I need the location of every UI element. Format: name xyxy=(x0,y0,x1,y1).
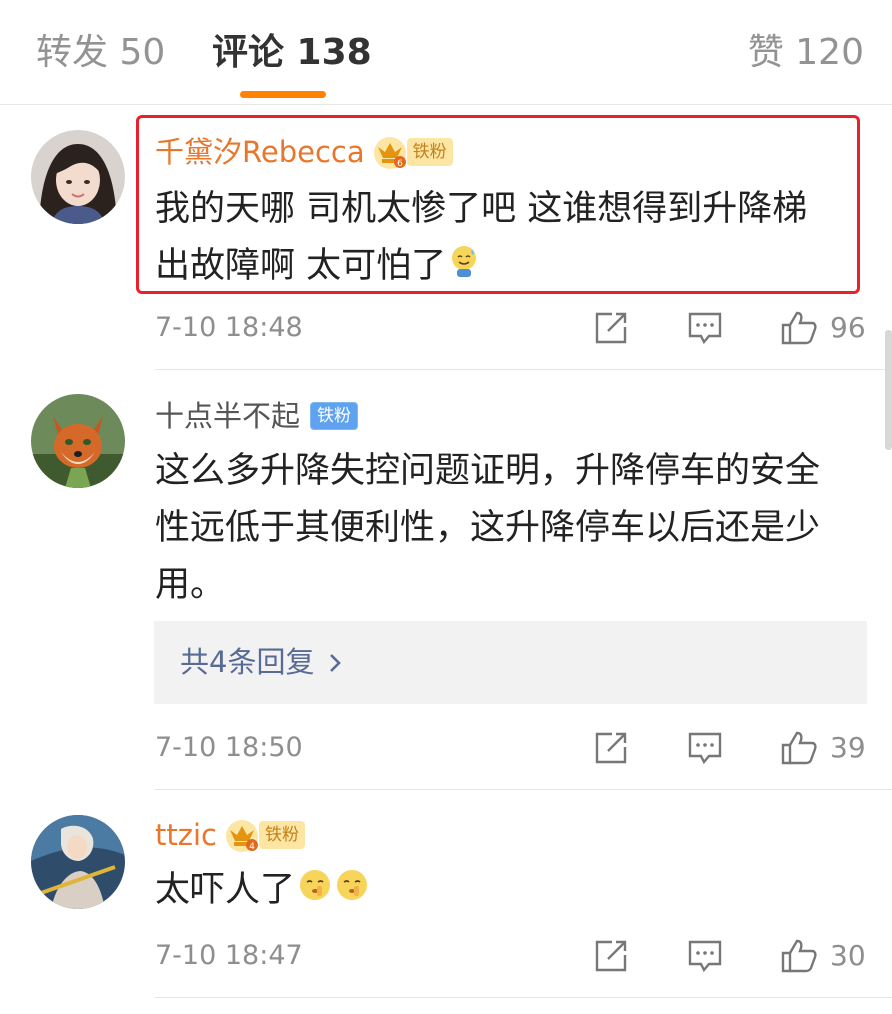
tabs-divider xyxy=(0,104,892,105)
comment-icon xyxy=(687,731,723,765)
replies-box[interactable]: 共4条回复 xyxy=(154,621,867,704)
svg-text:4: 4 xyxy=(249,842,255,852)
like-icon xyxy=(780,938,818,974)
tab-comments[interactable]: 评论 138 xyxy=(212,28,372,78)
comment-line: 用。 xyxy=(155,565,226,605)
crown-icon: 4 xyxy=(223,817,261,853)
avatar[interactable] xyxy=(31,815,125,909)
comment-line: 性远低于其便利性，这升降停车以后还是少 xyxy=(155,508,821,548)
comment-line: 这么多升降失控问题证明，升降停车的安全 xyxy=(155,451,821,491)
like-button[interactable]: 96 xyxy=(780,308,866,348)
iron-fan-badge: 铁粉 xyxy=(310,402,359,430)
reply-button[interactable] xyxy=(687,728,723,768)
reply-button[interactable] xyxy=(687,936,723,976)
share-button[interactable] xyxy=(594,728,628,768)
replies-label: 共4条回复 xyxy=(180,645,315,679)
reply-button[interactable] xyxy=(687,308,723,348)
scrollbar[interactable] xyxy=(885,330,892,450)
user-badges[interactable]: 4 铁粉 xyxy=(223,817,305,853)
like-icon xyxy=(780,730,818,766)
comment-line-text: 太吓人了 xyxy=(155,870,296,910)
comment-header: 十点半不起 铁粉 xyxy=(155,394,359,438)
replies-link[interactable]: 共4条回复 xyxy=(180,621,342,706)
username[interactable]: ttzic xyxy=(155,813,217,857)
avatar[interactable] xyxy=(31,130,125,224)
chevron-right-icon xyxy=(328,623,342,706)
comment-divider xyxy=(155,369,892,370)
shush-emoji-icon xyxy=(298,863,332,920)
like-count: 39 xyxy=(830,731,866,764)
share-button[interactable] xyxy=(594,308,628,348)
share-icon xyxy=(594,939,628,973)
comment-time: 7-10 18:48 xyxy=(155,312,303,343)
comment-line: 太吓人了 xyxy=(155,862,369,920)
like-count: 30 xyxy=(830,939,866,972)
comment-header: ttzic 4 铁粉 xyxy=(155,813,305,857)
user-badges[interactable]: 铁粉 xyxy=(310,402,359,430)
like-button[interactable]: 30 xyxy=(780,936,866,976)
tab-likes[interactable]: 赞 120 xyxy=(748,28,864,78)
comment-text: 这么多升降失控问题证明，升降停车的安全 性远低于其便利性，这升降停车以后还是少 … xyxy=(155,443,820,614)
like-icon xyxy=(780,310,818,346)
comment-time: 7-10 18:47 xyxy=(155,940,303,971)
active-tab-indicator xyxy=(240,91,326,98)
iron-fan-badge: 铁粉 xyxy=(258,821,305,849)
tab-repost[interactable]: 转发 50 xyxy=(36,28,165,78)
comment-divider xyxy=(155,789,892,790)
shush-emoji-icon xyxy=(335,863,369,920)
username[interactable]: 十点半不起 xyxy=(155,394,300,438)
share-icon xyxy=(594,311,628,345)
comment-text: 太吓人了 xyxy=(155,862,369,920)
like-button[interactable]: 39 xyxy=(780,728,866,768)
comment-icon xyxy=(687,939,723,973)
avatar[interactable] xyxy=(31,394,125,488)
comment-icon xyxy=(687,311,723,345)
like-count: 96 xyxy=(830,311,866,344)
comment-tabs: 转发 50 评论 138 赞 120 xyxy=(0,0,892,105)
share-icon xyxy=(594,731,628,765)
share-button[interactable] xyxy=(594,936,628,976)
highlight-box xyxy=(136,115,860,294)
comment-time: 7-10 18:50 xyxy=(155,732,303,763)
comment-divider xyxy=(155,997,892,998)
